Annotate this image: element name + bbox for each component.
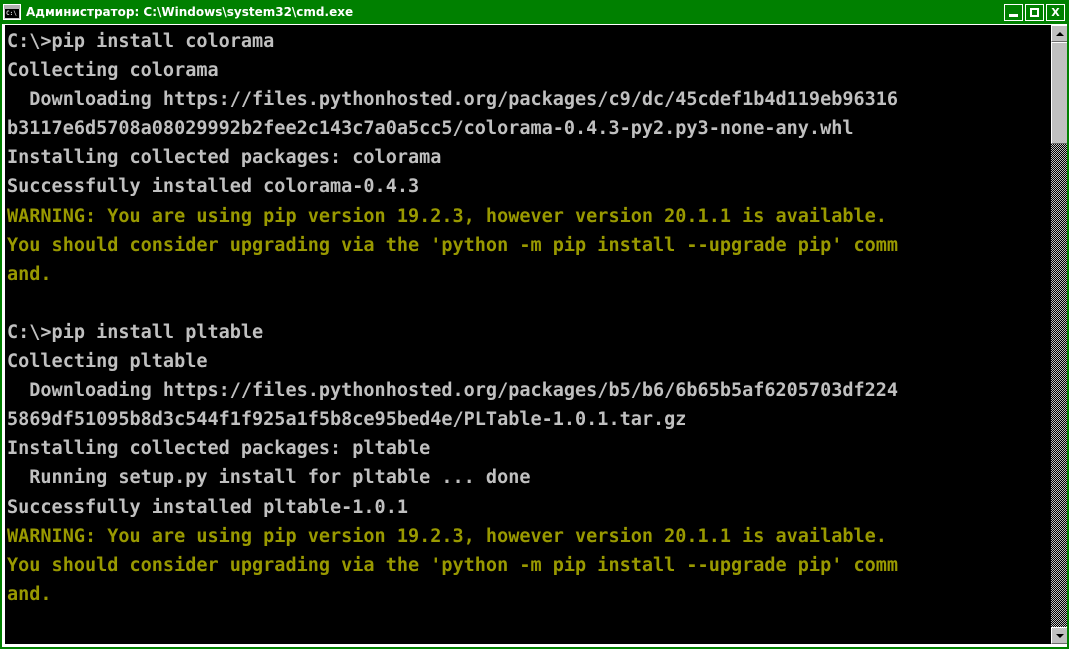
console-line: Downloading https://files.pythonhosted.o… — [7, 380, 899, 402]
console-line: WARNING: You are using pip version 19.2.… — [7, 525, 887, 547]
console-line: You should consider upgrading via the 'p… — [7, 554, 899, 576]
scrollbar-thumb[interactable] — [1051, 42, 1067, 144]
console-line: You should consider upgrading via the 'p… — [7, 234, 899, 256]
console-line: C:\>pip install colorama — [7, 31, 275, 52]
console-line: Successfully installed colorama-0.4.3 — [7, 176, 420, 198]
console-line: Installing collected packages: pltable — [7, 438, 431, 460]
console-line: Downloading https://files.pythonhosted.o… — [7, 89, 899, 111]
console-line: Successfully installed pltable-1.0.1 — [7, 496, 408, 518]
window-title: Администратор: C:\Windows\system32\cmd.e… — [26, 5, 354, 19]
window-controls: X — [1004, 3, 1067, 21]
console-line: and. — [7, 263, 52, 285]
command-prompt-window: C:\ Администратор: C:\Windows\system32\c… — [0, 0, 1069, 649]
cmd-console-icon: C:\ — [3, 4, 21, 20]
console-output[interactable]: C:\>pip install colorama Collecting color… — [5, 25, 1050, 644]
console-line: and. — [7, 583, 52, 605]
chevron-up-icon — [1055, 31, 1064, 36]
vertical-scrollbar[interactable] — [1050, 25, 1067, 644]
console-line: Collecting pltable — [7, 351, 208, 373]
cmd-icon-screen-text: C:\ — [5, 9, 19, 18]
minimize-button[interactable] — [1004, 3, 1023, 21]
minimize-icon — [1009, 13, 1018, 17]
console-line: 5869df51095b8d3c544f1f925a1f5b8ce95bed4e… — [7, 409, 687, 431]
console-line: b3117e6d5708a08029992b2fee2c143c7a0a5cc5… — [7, 118, 854, 140]
console-line: Running setup.py install for pltable ...… — [7, 467, 531, 489]
console-line: Collecting colorama — [7, 60, 219, 82]
console-line: WARNING: You are using pip version 19.2.… — [7, 205, 887, 227]
scroll-down-button[interactable] — [1051, 627, 1067, 644]
maximize-button[interactable] — [1025, 3, 1044, 21]
console-line: C:\>pip install pltable — [7, 321, 264, 343]
console-client-area[interactable]: C:\>pip install colorama Collecting color… — [2, 24, 1067, 647]
close-icon: X — [1051, 5, 1060, 19]
console-line: C:\> — [7, 638, 1050, 644]
console-line: Installing collected packages: colorama — [7, 147, 442, 169]
close-button[interactable]: X — [1046, 3, 1065, 21]
maximize-icon — [1030, 7, 1039, 17]
scroll-up-button[interactable] — [1051, 25, 1067, 42]
chevron-down-icon — [1055, 633, 1064, 638]
title-bar[interactable]: C:\ Администратор: C:\Windows\system32\c… — [0, 0, 1069, 24]
scrollbar-track[interactable] — [1051, 42, 1067, 627]
